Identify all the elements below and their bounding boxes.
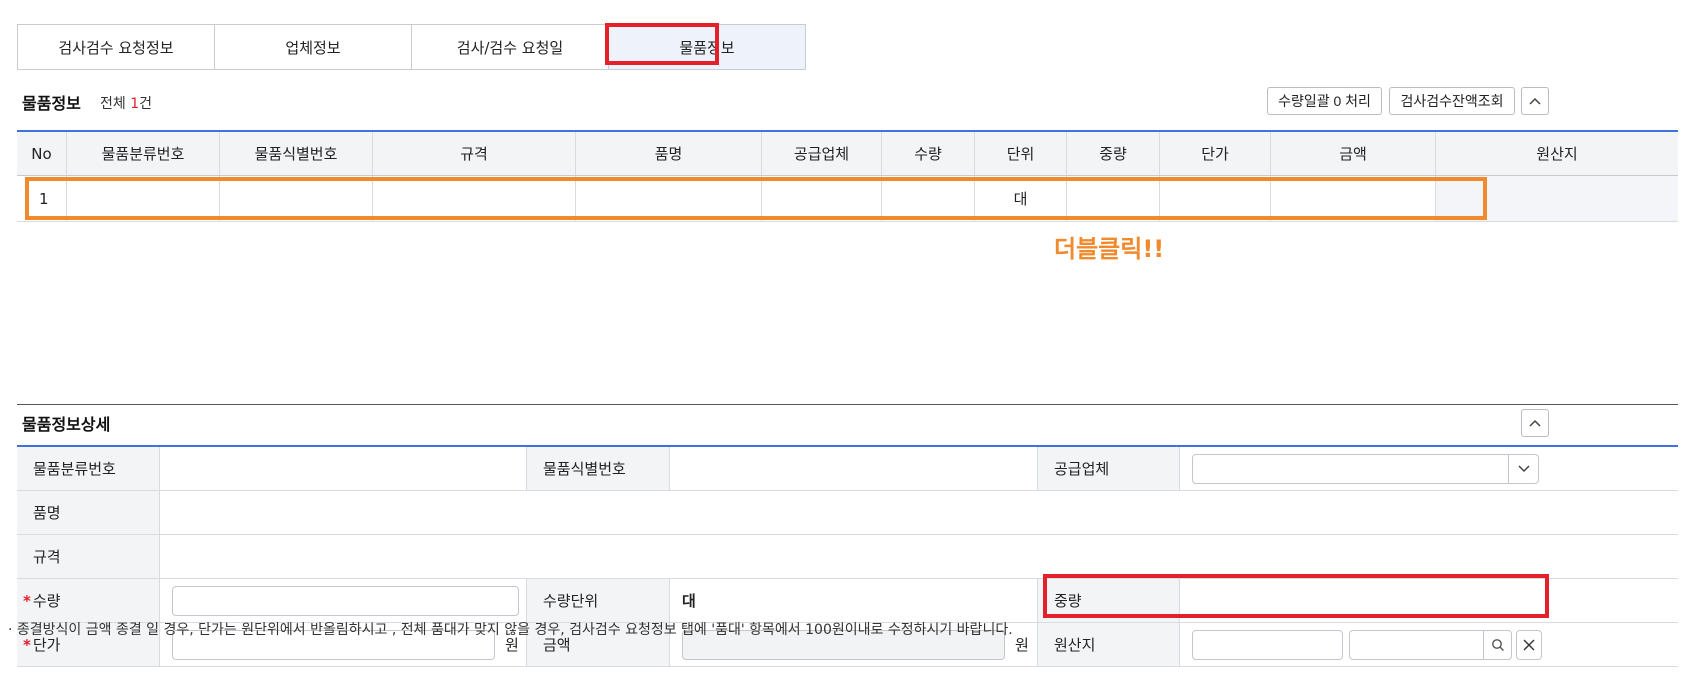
label-vendor: 공급업체 <box>1038 447 1180 490</box>
grid-total-count: 전체 1건 <box>100 93 152 113</box>
grid-header-row: No 물품분류번호 물품식별번호 규격 품명 공급업체 수량 단위 중량 단가 … <box>17 132 1678 176</box>
col-header-no[interactable]: No <box>17 132 67 175</box>
tab-request-date[interactable]: 검사/검수 요청일 <box>411 24 609 70</box>
value-id-no <box>670 447 1038 490</box>
chevron-up-icon <box>1529 97 1541 105</box>
required-mark: * <box>23 591 31 610</box>
form-row: 물품분류번호 물품식별번호 공급업체 <box>17 447 1678 491</box>
origin-code-input[interactable] <box>1192 629 1343 660</box>
grid-section-title: 물품정보 <box>22 94 81 113</box>
col-header-amount[interactable]: 금액 <box>1271 132 1436 175</box>
count-suffix: 건 <box>139 96 153 112</box>
row-highlight-box <box>25 177 1487 220</box>
grid-collapse-button[interactable] <box>1521 87 1549 115</box>
chevron-down-icon <box>1508 454 1538 483</box>
detail-top-rule <box>17 404 1678 405</box>
qty-cell <box>160 579 527 622</box>
count-prefix: 전체 <box>100 96 131 112</box>
col-header-name[interactable]: 품명 <box>576 132 762 175</box>
label-spec: 규격 <box>17 535 160 578</box>
origin-highlight-box <box>1043 574 1549 618</box>
value-qty-unit: 대 <box>670 579 1038 622</box>
origin-name-input[interactable] <box>1349 629 1512 660</box>
bulk-qty-zero-button[interactable]: 수량일괄 0 처리 <box>1267 87 1382 115</box>
label-class-no: 물품분류번호 <box>17 447 160 490</box>
col-header-id-no[interactable]: 물품식별번호 <box>220 132 373 175</box>
col-header-spec[interactable]: 규격 <box>373 132 576 175</box>
col-header-unit-price[interactable]: 단가 <box>1160 132 1271 175</box>
label-qty: * 수량 <box>17 579 160 622</box>
search-icon[interactable] <box>1483 630 1511 659</box>
col-header-vendor[interactable]: 공급업체 <box>762 132 882 175</box>
value-class-no <box>160 447 527 490</box>
value-name <box>160 491 1678 534</box>
vendor-select[interactable] <box>1192 453 1539 484</box>
detail-section-title: 물품정보상세 <box>22 415 111 434</box>
value-spec <box>160 535 1678 578</box>
tab-inspection-request[interactable]: 검사검수 요청정보 <box>17 24 215 70</box>
tab-vendor-info[interactable]: 업체정보 <box>214 24 412 70</box>
label-qty-unit: 수량단위 <box>527 579 670 622</box>
count-number: 1 <box>130 96 140 112</box>
detail-collapse-button[interactable] <box>1521 409 1549 437</box>
currency-unit: 원 <box>1015 636 1029 654</box>
col-header-weight[interactable]: 중량 <box>1067 132 1160 175</box>
close-icon <box>1523 639 1535 650</box>
col-header-origin[interactable]: 원산지 <box>1436 132 1678 175</box>
vendor-cell <box>1180 447 1678 490</box>
balance-inquiry-button[interactable]: 검사검수잔액조회 <box>1389 87 1515 115</box>
origin-clear-button[interactable] <box>1516 629 1542 660</box>
tab-highlight-box <box>605 23 719 65</box>
label-qty-text: 수량 <box>32 592 61 610</box>
form-row: 규격 <box>17 535 1678 579</box>
col-header-unit[interactable]: 단위 <box>975 132 1067 175</box>
col-header-class-no[interactable]: 물품분류번호 <box>67 132 220 175</box>
label-origin: 원산지 <box>1038 623 1180 666</box>
chevron-up-icon <box>1529 419 1541 427</box>
qty-input[interactable] <box>172 585 519 616</box>
double-click-annotation: 더블클릭!! <box>1054 235 1165 263</box>
col-header-qty[interactable]: 수량 <box>882 132 975 175</box>
origin-cell <box>1180 623 1678 666</box>
form-row: 품명 <box>17 491 1678 535</box>
footnote: · 종결방식이 금액 종결 일 경우, 단가는 원단위에서 반올림하시고 , 전… <box>8 622 1013 638</box>
label-id-no: 물품식별번호 <box>527 447 670 490</box>
label-name: 품명 <box>17 491 160 534</box>
